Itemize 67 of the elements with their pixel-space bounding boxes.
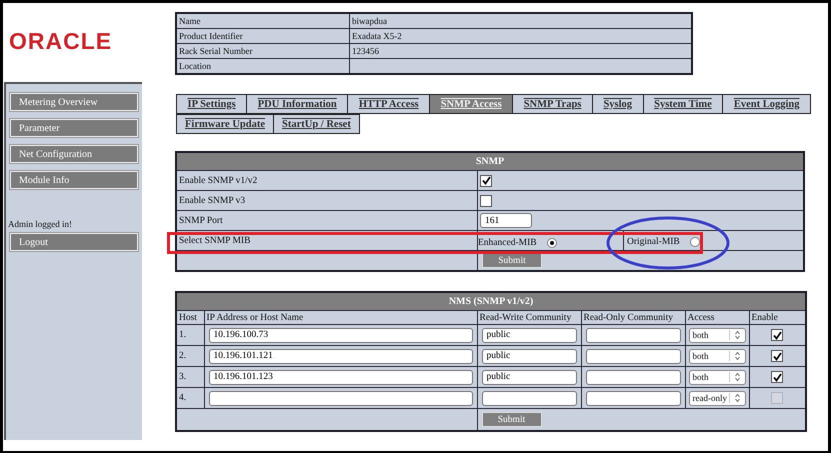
- updown-icon: [728, 372, 742, 382]
- option-label: Original-MIB: [627, 236, 680, 246]
- menu-button[interactable]: Parameter: [10, 119, 138, 137]
- column-header: Host: [176, 310, 204, 324]
- read-write-field[interactable]: public: [482, 328, 576, 342]
- address-field[interactable]: [208, 390, 472, 406]
- setting-label: SNMP Port: [176, 210, 478, 230]
- access-dropdown[interactable]: both: [688, 348, 746, 364]
- read-only-field[interactable]: [586, 348, 680, 364]
- setting-label: Select SNMP MIB: [176, 230, 478, 250]
- column-header: Access: [685, 310, 749, 324]
- table-header: NMS (SNMP v1/v2): [176, 292, 806, 310]
- oracle-logo: ORACLE: [9, 28, 112, 54]
- checkbox[interactable]: [771, 371, 784, 383]
- checkbox[interactable]: [771, 350, 784, 362]
- menu-button[interactable]: Metering Overview: [10, 93, 138, 111]
- setting-label: Enable SNMP v1/v2: [176, 170, 478, 190]
- table-header: SNMP: [176, 152, 804, 170]
- host-number: 3.: [176, 366, 204, 388]
- submit-button[interactable]: Submit: [482, 253, 542, 268]
- updown-icon: [728, 330, 742, 340]
- submit-button[interactable]: Submit: [482, 412, 542, 427]
- host-number: 2.: [176, 346, 204, 366]
- column-header: Enable: [749, 310, 806, 324]
- tab[interactable]: SNMP Traps: [512, 94, 593, 114]
- tab[interactable]: PDU Information: [246, 94, 348, 114]
- updown-icon: [728, 351, 742, 361]
- read-only-field[interactable]: [586, 328, 680, 342]
- checkbox[interactable]: [480, 174, 492, 186]
- login-status: Admin logged in!: [8, 219, 73, 229]
- menu-button[interactable]: Module Info: [10, 171, 138, 189]
- address-field[interactable]: 10.196.101.121: [208, 348, 472, 364]
- info-label: Name: [176, 13, 350, 28]
- host-number: 4.: [176, 388, 204, 408]
- host-number: 1.: [176, 324, 204, 346]
- access-dropdown[interactable]: both: [688, 370, 746, 384]
- checkbox[interactable]: [480, 194, 492, 206]
- read-write-field[interactable]: [482, 390, 576, 406]
- updown-icon: [728, 393, 742, 403]
- radio-button[interactable]: [690, 236, 700, 246]
- address-field[interactable]: 10.196.101.123: [208, 370, 472, 384]
- tab[interactable]: StartUp / Reset: [273, 114, 360, 134]
- radio-button[interactable]: [546, 238, 557, 248]
- option-label: Enhanced-MIB: [478, 238, 537, 248]
- tab[interactable]: Event Logging: [722, 94, 811, 114]
- read-write-field[interactable]: public: [482, 370, 576, 384]
- checkbox[interactable]: [771, 329, 784, 341]
- read-only-field[interactable]: [586, 390, 680, 406]
- tab[interactable]: System Time: [642, 94, 724, 114]
- logout-button[interactable]: Logout: [10, 233, 138, 251]
- address-field[interactable]: 10.196.100.73: [208, 328, 472, 342]
- access-dropdown[interactable]: both: [688, 328, 746, 342]
- info-label: Rack Serial Number: [176, 44, 350, 58]
- tab[interactable]: HTTP Access: [347, 94, 430, 114]
- column-header: IP Address or Host Name: [204, 310, 477, 324]
- tab[interactable]: IP Settings: [176, 94, 248, 114]
- read-write-field[interactable]: public: [482, 348, 576, 364]
- column-header: Read-Write Community: [477, 310, 581, 324]
- menu-button[interactable]: Net Configuration: [10, 145, 138, 163]
- column-header: Read-Only Community: [581, 310, 685, 324]
- tab[interactable]: Firmware Update: [176, 114, 274, 134]
- info-label: Location: [176, 58, 350, 74]
- setting-label: Enable SNMP v3: [176, 190, 478, 210]
- port-field[interactable]: 161: [480, 213, 532, 228]
- read-only-field[interactable]: [586, 370, 680, 384]
- info-label: Product Identifier: [176, 28, 350, 44]
- tab[interactable]: Syslog: [592, 94, 644, 114]
